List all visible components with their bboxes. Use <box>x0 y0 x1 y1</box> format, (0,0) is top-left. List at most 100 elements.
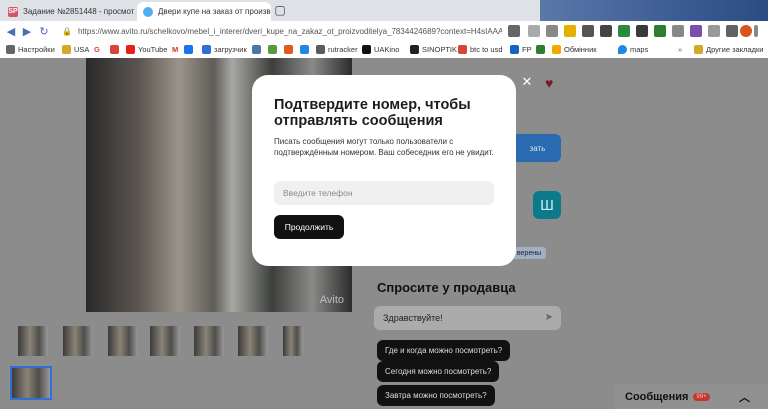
reload-icon[interactable]: ↻ <box>37 24 51 38</box>
bookmark-item[interactable] <box>536 43 548 56</box>
quick-question-button[interactable]: Где и когда можно посмотреть? <box>377 340 511 361</box>
bookmark-item[interactable] <box>184 43 196 56</box>
bookmark-item[interactable] <box>252 43 264 56</box>
bookmark-item[interactable] <box>268 43 280 56</box>
rutracker-icon <box>316 45 325 54</box>
seller-message-input[interactable]: Здравствуйте! ➤ <box>374 306 561 330</box>
bookmark-item[interactable]: Обмінник <box>552 43 597 56</box>
site-icon <box>268 45 277 54</box>
extension-icon[interactable] <box>654 25 666 37</box>
folder-icon <box>62 45 71 54</box>
photo-thumbnail[interactable] <box>150 326 180 356</box>
question-label: Сегодня можно посмотреть? <box>385 367 492 376</box>
mail-icon <box>110 45 119 54</box>
question-label: Где и когда можно посмотреть? <box>385 346 503 355</box>
photo-thumbnail[interactable] <box>238 326 268 356</box>
bookmark-label: M <box>172 45 179 54</box>
dialog-description: Писать сообщения могут только пользовате… <box>274 137 494 157</box>
bookmark-item[interactable] <box>284 43 296 56</box>
blank-tab-icon[interactable]: ▢ <box>273 3 287 17</box>
dialog-title: Подтвердите номер, чтобы отправлять сооб… <box>274 97 471 129</box>
photo-watermark: Avito <box>319 294 344 306</box>
tab-avito[interactable]: Двери купе на заказ от производ ✕ <box>137 2 271 21</box>
extension-icon[interactable] <box>672 25 684 37</box>
bookmark-item[interactable]: btc to usd <box>458 43 503 56</box>
chevron-up-icon[interactable]: ︿ <box>739 389 750 405</box>
photo-thumbnail[interactable] <box>63 326 93 356</box>
quick-question-button[interactable]: Завтра можно посмотреть? <box>377 385 495 406</box>
avito-favicon-icon <box>143 6 153 17</box>
bookmark-item[interactable]: maps <box>618 43 648 56</box>
bookmark-item[interactable]: G <box>94 43 100 56</box>
menu-icon[interactable] <box>754 25 758 37</box>
bookmark-item[interactable] <box>300 43 312 56</box>
photo-thumbnail[interactable] <box>283 326 303 356</box>
url-text: https://www.avito.ru/schelkovo/mebel_i_i… <box>77 26 502 36</box>
quick-question-button[interactable]: Сегодня можно посмотреть? <box>377 361 500 382</box>
verified-badge: верены <box>512 247 546 259</box>
back-icon[interactable]: ◀ <box>4 24 18 38</box>
photo-thumbnail[interactable] <box>194 326 224 356</box>
bookmark-item[interactable]: Настройки <box>6 43 55 56</box>
bookmark-item[interactable]: rutracker <box>316 43 358 56</box>
bookmark-label: Настройки <box>18 45 55 54</box>
lock-icon: 🔒 <box>62 26 72 36</box>
bookmark-item[interactable]: YouTube <box>126 43 167 56</box>
bookmark-label: SINOPTIK <box>422 45 458 54</box>
vk-icon <box>252 45 261 54</box>
bookmark-item[interactable]: USA <box>62 43 89 56</box>
other-tabs-strip <box>540 0 768 21</box>
bookmark-item[interactable]: загрузчик <box>202 43 247 56</box>
browser-tab-bar: SP Задание №2851448 - просмотр з ✕ Двери… <box>0 0 768 21</box>
forward-icon[interactable]: ▶ <box>20 24 34 38</box>
bookmark-label: FP <box>522 45 532 54</box>
favorite-heart-icon[interactable]: ♥ <box>545 75 553 91</box>
seller-avatar[interactable]: Ш <box>533 191 561 219</box>
avatar-letter: Ш <box>540 196 554 214</box>
dropdown-icon[interactable] <box>508 25 520 37</box>
bookmark-item[interactable] <box>110 43 122 56</box>
profile-icon[interactable] <box>726 25 738 37</box>
exchange-icon <box>552 45 561 54</box>
sp-favicon-icon: SP <box>8 6 18 17</box>
bookmark-item[interactable]: M <box>172 43 178 56</box>
extension-icon[interactable] <box>636 25 648 37</box>
badge-label: верены <box>516 249 542 257</box>
bookmarks-bar: Настройки USA G YouTube M загрузчик rutr… <box>0 41 768 59</box>
bookmark-item[interactable]: FP <box>510 43 532 56</box>
bookmark-label: btc to usd <box>470 45 503 54</box>
search-icon[interactable] <box>528 25 540 37</box>
url-field[interactable]: 🔒 https://www.avito.ru/schelkovo/mebel_i… <box>62 24 502 38</box>
bookmark-label: загрузчик <box>214 45 247 54</box>
messages-bar[interactable]: Сообщения 99+ ︿ <box>615 384 768 409</box>
tab-task[interactable]: SP Задание №2851448 - просмотр з ✕ <box>2 2 134 21</box>
avatar[interactable] <box>740 25 752 37</box>
site-icon <box>300 45 309 54</box>
close-icon[interactable]: ✕ <box>520 74 534 89</box>
bookmark-label: UAKino <box>374 45 400 54</box>
share-icon[interactable] <box>546 25 558 37</box>
button-label: зать <box>529 143 546 153</box>
site-icon <box>536 45 545 54</box>
extension-icon[interactable] <box>600 25 612 37</box>
puzzle-icon[interactable] <box>708 25 720 37</box>
extension-icon[interactable] <box>690 25 702 37</box>
photo-thumbnail[interactable] <box>18 326 48 356</box>
extension-icon[interactable] <box>618 25 630 37</box>
extension-icon[interactable] <box>582 25 594 37</box>
continue-button[interactable]: Продолжить <box>274 215 344 239</box>
phone-input[interactable] <box>274 181 494 205</box>
bookmark-item[interactable]: SINOPTIK <box>410 43 457 56</box>
send-icon[interactable]: ➤ <box>545 312 553 323</box>
other-bookmarks[interactable]: Другие закладки <box>694 43 763 56</box>
bookmark-label: YouTube <box>138 45 168 54</box>
bookmark-item[interactable]: UAKino <box>362 43 399 56</box>
star-icon[interactable] <box>564 25 576 37</box>
address-bar: ◀ ▶ ↻ 🔒 https://www.avito.ru/schelkovo/m… <box>0 21 768 42</box>
chevron-right-icon[interactable]: » <box>678 43 682 56</box>
photo-thumbnail[interactable] <box>108 326 138 356</box>
photo-thumbnail-selected[interactable] <box>10 366 52 400</box>
weather-icon <box>410 45 419 54</box>
google-icon <box>458 45 467 54</box>
ask-seller-heading: Спросите у продавца <box>377 280 516 295</box>
